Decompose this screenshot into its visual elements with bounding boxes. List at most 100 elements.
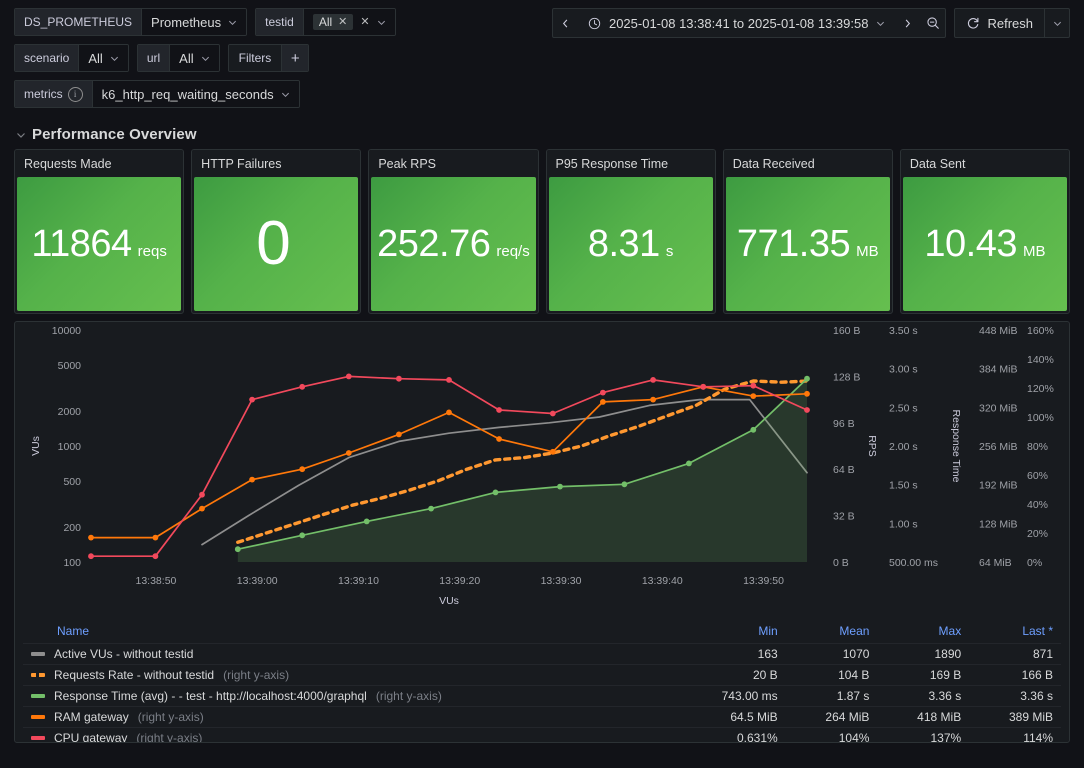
right-axis-tick: 140% bbox=[1027, 354, 1054, 366]
variable-url-value[interactable]: All bbox=[170, 45, 219, 71]
variable-datasource[interactable]: DS_PROMETHEUS Prometheus bbox=[14, 8, 248, 36]
stat-value: 0 bbox=[256, 209, 291, 278]
refresh-interval-dropdown[interactable] bbox=[1044, 9, 1069, 37]
variable-testid-tag[interactable]: All ✕ bbox=[312, 14, 354, 30]
panel-title: Peak RPS bbox=[369, 150, 538, 177]
legend-col-last[interactable]: Last * bbox=[969, 620, 1061, 644]
legend-series-name[interactable]: RAM gateway (right y-axis) bbox=[23, 706, 676, 728]
right-axis-tick: 1.00 s bbox=[889, 518, 918, 530]
variable-scenario-value[interactable]: All bbox=[79, 45, 128, 71]
series-point bbox=[345, 373, 352, 380]
right-axis-tick: 3.50 s bbox=[889, 325, 918, 337]
clock-icon bbox=[588, 17, 601, 30]
variable-url-label: url bbox=[137, 45, 171, 71]
variable-testid[interactable]: testid All ✕ ✕ bbox=[255, 8, 396, 36]
left-axis-tick: 5000 bbox=[58, 360, 82, 372]
legend-value-mean: 1070 bbox=[785, 643, 878, 665]
legend-value-mean: 1.87 s bbox=[785, 685, 878, 707]
legend-value-min: 163 bbox=[675, 643, 786, 665]
clear-selection-icon[interactable]: ✕ bbox=[360, 16, 369, 28]
right-axis-tick: 60% bbox=[1027, 470, 1048, 482]
legend-col-max[interactable]: Max bbox=[877, 620, 970, 644]
legend-col-name[interactable]: Name bbox=[23, 620, 676, 644]
series-point bbox=[750, 382, 757, 389]
right-axis-tick: 448 MiB bbox=[979, 325, 1018, 337]
variable-metrics-value[interactable]: k6_http_req_waiting_seconds bbox=[92, 81, 299, 107]
series-color-icon bbox=[31, 652, 45, 656]
series-color-icon bbox=[31, 694, 45, 698]
time-range-text: 2025-01-08 13:38:41 to 2025-01-08 13:39:… bbox=[608, 15, 869, 31]
stat-panel-p95-response-time[interactable]: P95 Response Time 8.31 s bbox=[545, 149, 716, 314]
legend-series-name[interactable]: CPU gateway (right y-axis) bbox=[23, 727, 676, 743]
chevron-down-icon bbox=[110, 54, 119, 63]
time-range-picker[interactable]: 2025-01-08 13:38:41 to 2025-01-08 13:39:… bbox=[551, 8, 947, 38]
refresh-button[interactable]: Refresh bbox=[955, 9, 1044, 37]
legend-series-name[interactable]: Requests Rate - without testid (right y-… bbox=[23, 664, 676, 686]
variable-scenario[interactable]: scenario All bbox=[14, 44, 129, 72]
variable-testid-tag-text: All bbox=[318, 15, 333, 29]
series-label: CPU gateway bbox=[54, 731, 128, 743]
series-point bbox=[446, 409, 452, 416]
legend-value-min: 64.5 MiB bbox=[675, 706, 786, 728]
legend-value-last: 114% bbox=[969, 727, 1061, 742]
legend-col-min[interactable]: Min bbox=[675, 620, 786, 644]
series-point bbox=[804, 375, 810, 382]
remove-tag-icon[interactable]: ✕ bbox=[338, 16, 347, 28]
stat-panel-data-sent[interactable]: Data Sent 10.43 MB bbox=[899, 149, 1071, 314]
timeseries-panel[interactable]: VUs 100 200 500 1000 2000 5000 10000 0 B 32 B 64 B… bbox=[14, 321, 1070, 743]
time-controls: 2025-01-08 13:38:41 to 2025-01-08 13:39:… bbox=[551, 8, 1070, 38]
variable-url[interactable]: url All bbox=[136, 44, 220, 72]
legend-value-last: 389 MiB bbox=[969, 706, 1061, 728]
legend-series-name[interactable]: Active VUs - without testid bbox=[23, 643, 676, 665]
panel-title: Data Sent bbox=[900, 150, 1070, 177]
series-point bbox=[396, 375, 402, 382]
variable-filters[interactable]: Filters + bbox=[227, 44, 310, 72]
legend-col-mean[interactable]: Mean bbox=[785, 620, 878, 644]
x-axis-tick: 13:39:20 bbox=[439, 575, 480, 587]
chevron-down-icon bbox=[1053, 19, 1062, 28]
right-axis-tick: 192 MiB bbox=[979, 480, 1018, 492]
variable-row-2: scenario All url All Filters + bbox=[14, 44, 1070, 72]
graph-legend: Name Min Mean Max Last * Active VUs - wi… bbox=[15, 620, 1069, 743]
series-axis-note: (right y-axis) bbox=[375, 689, 442, 703]
refresh-label: Refresh bbox=[987, 15, 1033, 31]
legend-header-row: Name Min Mean Max Last * bbox=[23, 620, 1061, 644]
zoom-out-icon[interactable] bbox=[920, 9, 945, 37]
series-axis-note: (right y-axis) bbox=[223, 668, 290, 682]
variable-scenario-text: All bbox=[88, 50, 103, 66]
series-label: Requests Rate - without testid bbox=[54, 668, 215, 682]
right-axis-tick: 384 MiB bbox=[979, 364, 1018, 376]
series-color-icon bbox=[31, 715, 45, 719]
time-range-display[interactable]: 2025-01-08 13:38:41 to 2025-01-08 13:39:… bbox=[578, 9, 896, 37]
variable-datasource-value[interactable]: Prometheus bbox=[142, 9, 247, 35]
stat-unit: MB bbox=[856, 243, 879, 260]
x-axis-tick: 13:39:40 bbox=[642, 575, 683, 587]
series-point bbox=[299, 532, 306, 539]
add-filter-button[interactable]: + bbox=[281, 45, 309, 71]
info-icon[interactable]: i bbox=[67, 86, 83, 102]
stat-panel-data-received[interactable]: Data Received 771.35 MB bbox=[722, 149, 893, 314]
right-axis-tick: 3.00 s bbox=[889, 364, 918, 376]
series-point bbox=[600, 389, 606, 396]
variable-metrics-label: metrics i bbox=[15, 81, 93, 107]
legend-series-name[interactable]: Response Time (avg) - - test - http://lo… bbox=[23, 685, 676, 707]
chevron-left-icon[interactable] bbox=[553, 9, 578, 37]
variable-testid-value[interactable]: All ✕ ✕ bbox=[303, 9, 395, 35]
right-axis-tick: 0% bbox=[1027, 557, 1042, 569]
chevron-right-icon[interactable] bbox=[895, 9, 920, 37]
variable-metrics[interactable]: metrics i k6_http_req_waiting_seconds bbox=[14, 80, 300, 108]
legend-row[interactable]: Active VUs - without testid 163 1070 1890 87… bbox=[23, 643, 1061, 665]
dashboard-row-header[interactable]: Performance Overview bbox=[0, 116, 1084, 149]
stat-panel-requests-made[interactable]: Requests Made 11864 reqs bbox=[14, 149, 185, 314]
legend-row[interactable]: RAM gateway (right y-axis) 64.5 MiB 264 Mi… bbox=[23, 706, 1061, 728]
series-point bbox=[299, 466, 306, 473]
legend-row[interactable]: Response Time (avg) - - test - http://lo… bbox=[23, 685, 1061, 707]
series-point bbox=[621, 481, 628, 488]
series-point bbox=[557, 483, 563, 490]
chevron-down-icon bbox=[281, 90, 290, 99]
legend-row[interactable]: CPU gateway (right y-axis) 0.631% 104% 137%… bbox=[23, 727, 1061, 743]
stat-panel-peak-rps[interactable]: Peak RPS 252.76 req/s bbox=[368, 149, 539, 314]
stat-panel-http-failures[interactable]: HTTP Failures 0 bbox=[191, 149, 362, 314]
timeseries-plot[interactable]: VUs 100 200 500 1000 2000 5000 10000 0 B 32 B 64 B… bbox=[15, 322, 1069, 618]
legend-row[interactable]: Requests Rate - without testid (right y-… bbox=[23, 664, 1061, 686]
